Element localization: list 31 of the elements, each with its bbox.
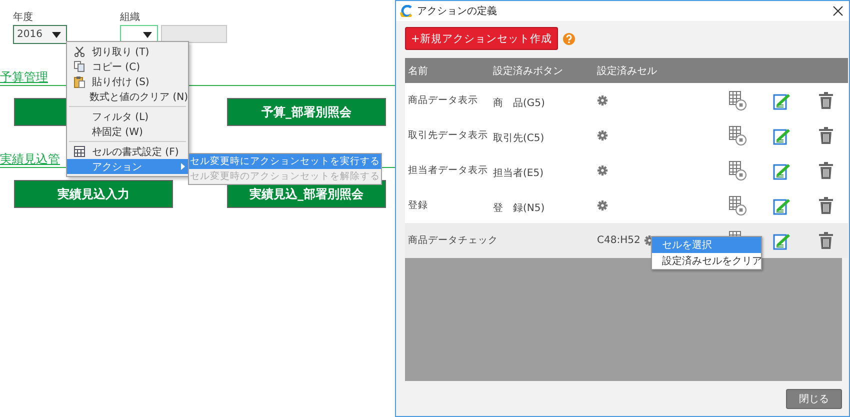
table-row[interactable]: 登録 登 録(N5) [405,188,848,223]
button-cell: 担当者(E5) [493,168,544,179]
new-action-set-button[interactable]: +新規アクションセット作成 [405,27,558,50]
menu-button[interactable]: 予算_部署別照会 [227,98,386,126]
button-cell: 登 録(N5) [493,203,545,214]
name-cell-text: 登録 [407,199,429,212]
menu-button[interactable]: 実績見込入力 [14,180,173,208]
close-button[interactable]: 閉じる [786,389,842,409]
menu-item[interactable]: セルの書式設定 (F) [67,144,188,159]
field-label: 年度 [13,10,34,25]
button-cell: 商 品(G5) [493,98,545,109]
table-row[interactable]: 取引先データ表示 取引先(C5) [405,118,848,153]
name-cell-text: 商品データ表示 [407,94,479,107]
button-cell: 取引先(C5) [493,133,544,144]
cell-range: C48:H52 [597,235,640,246]
name-cell-text: 担当者データ表示 [407,164,489,177]
field-label: 組織 [120,10,141,25]
menu-item[interactable]: 数式と値のクリア (N) [67,89,188,104]
column-header: 設定済みボタン [493,64,564,78]
menu-item[interactable]: フィルタ (L) [67,109,188,124]
menu-item[interactable]: 枠固定 (W) [67,124,188,139]
table-row[interactable]: 商品データ表示 商 品(G5) [405,83,848,118]
name-cell-text: 取引先データ表示 [407,129,489,142]
menu-item[interactable]: 切り取り (T) [67,44,188,59]
menu-item[interactable]: コピー (C) [67,59,188,74]
column-header: 設定済みセル [597,64,657,78]
window-title: アクションの定義 [417,4,497,18]
menu-item[interactable]: 貼り付け (S) [67,74,188,89]
column-header: 名前 [407,64,429,78]
table-row[interactable]: 担当者データ表示 担当者(E5) [405,153,848,188]
dropdown[interactable]: 2016 [13,25,67,44]
